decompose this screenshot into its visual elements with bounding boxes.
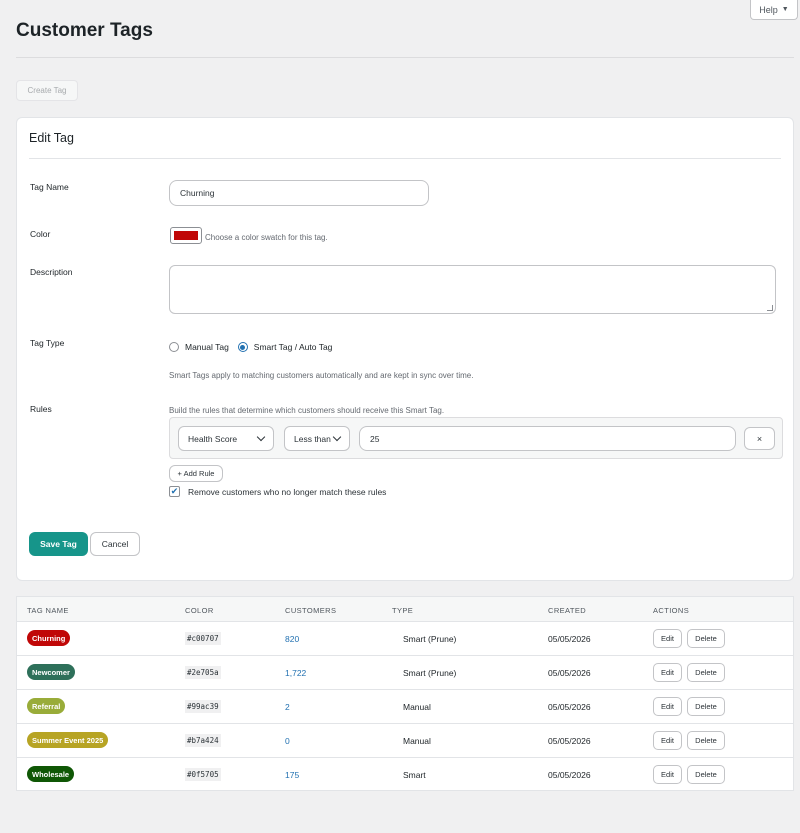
prune-option: ✔ Remove customers who no longer match t… (169, 486, 386, 497)
created-date: 05/05/2026 (548, 634, 591, 644)
table-row: Wholesale #0f5705 175 Smart 05/05/2026 E… (17, 758, 793, 792)
color-code: #0f5705 (185, 768, 221, 781)
save-tag-button[interactable]: Save Tag (29, 532, 88, 556)
tag-type: Smart (Prune) (403, 668, 457, 678)
rule-operator-select[interactable]: Less than (284, 426, 350, 451)
rules-hint: Build the rules that determine which cus… (169, 406, 445, 415)
color-code: #99ac39 (185, 700, 221, 713)
chevron-down-icon (256, 432, 266, 441)
tag-type: Manual (403, 736, 431, 746)
color-swatch-picker[interactable] (170, 227, 202, 244)
header-type: TYPE (392, 606, 414, 615)
created-date: 05/05/2026 (548, 668, 591, 678)
header-tag-name: TAG NAME (27, 606, 69, 615)
color-code: #c00707 (185, 632, 221, 645)
edit-button[interactable]: Edit (653, 663, 682, 682)
page-title: Customer Tags (16, 20, 153, 41)
table-row: Churning #c00707 820 Smart (Prune) 05/05… (17, 622, 793, 656)
smart-tag-radio[interactable] (237, 342, 248, 352)
table-row: Summer Event 2025 #b7a424 0 Manual 05/05… (17, 724, 793, 758)
rule-field-value: Health Score (188, 433, 238, 444)
prune-checkbox[interactable]: ✔ (169, 486, 180, 497)
delete-button[interactable]: Delete (687, 629, 725, 648)
tag-pill[interactable]: Churning (27, 630, 71, 646)
manual-tag-label: Manual Tag (185, 342, 229, 352)
color-code: #2e705a (185, 666, 221, 679)
tag-name-input[interactable]: Churning (169, 180, 429, 206)
rule-value-input[interactable]: 25 (359, 426, 736, 451)
chevron-down-icon (332, 432, 342, 441)
delete-button[interactable]: Delete (687, 765, 725, 784)
edit-button[interactable]: Edit (653, 765, 682, 784)
color-hint: Choose a color swatch for this tag. (205, 233, 328, 242)
rules-label: Rules (30, 404, 52, 414)
tag-type: Manual (403, 702, 431, 712)
header-color: COLOR (185, 606, 214, 615)
edit-button[interactable]: Edit (653, 629, 682, 648)
tag-type: Smart (403, 770, 426, 780)
description-label: Description (30, 267, 73, 277)
customer-count-link[interactable]: 820 (285, 634, 299, 644)
card-title: Edit Tag (29, 131, 74, 145)
customer-count-link[interactable]: 2 (285, 702, 290, 712)
edit-button[interactable]: Edit (653, 697, 682, 716)
edit-button[interactable]: Edit (653, 731, 682, 750)
header-customers: CUSTOMERS (285, 606, 337, 615)
edit-tag-card: Edit Tag Tag Name Churning Color Choose … (16, 117, 794, 581)
tag-type-radio-group: Manual Tag Smart Tag / Auto Tag (169, 342, 332, 352)
tag-type-hint: Smart Tags apply to matching customers a… (169, 371, 474, 380)
divider (29, 158, 781, 159)
divider (16, 57, 794, 58)
tags-table: TAG NAME COLOR CUSTOMERS TYPE CREATED AC… (16, 596, 794, 791)
delete-button[interactable]: Delete (687, 663, 725, 682)
rule-field-select[interactable]: Health Score (178, 426, 274, 451)
prune-label: Remove customers who no longer match the… (188, 486, 387, 497)
tag-type-label: Tag Type (30, 338, 65, 348)
rule-operator-value: Less than (294, 433, 331, 444)
tag-pill[interactable]: Wholesale (27, 766, 75, 782)
delete-button[interactable]: Delete (687, 731, 725, 750)
table-row: Newcomer #2e705a 1,722 Smart (Prune) 05/… (17, 656, 793, 690)
tag-pill[interactable]: Referral (27, 698, 66, 714)
color-code: #b7a424 (185, 734, 221, 747)
help-label: Help (759, 4, 778, 15)
checkmark-icon: ✔ (170, 486, 179, 496)
help-tab[interactable]: Help ▼ (750, 0, 798, 20)
description-textarea[interactable] (169, 265, 776, 314)
created-date: 05/05/2026 (548, 736, 591, 746)
add-rule-button[interactable]: + Add Rule (169, 465, 223, 482)
remove-rule-button[interactable]: × (744, 427, 775, 450)
customer-count-link[interactable]: 1,722 (285, 668, 306, 678)
customer-count-link[interactable]: 175 (285, 770, 299, 780)
created-date: 05/05/2026 (548, 702, 591, 712)
tag-name-label: Tag Name (30, 182, 69, 192)
color-label: Color (30, 229, 51, 239)
delete-button[interactable]: Delete (687, 697, 725, 716)
table-header: TAG NAME COLOR CUSTOMERS TYPE CREATED AC… (17, 597, 793, 622)
header-actions: ACTIONS (653, 606, 690, 615)
tag-pill[interactable]: Newcomer (27, 664, 75, 680)
cancel-button[interactable]: Cancel (90, 532, 140, 556)
caret-down-icon: ▼ (781, 6, 789, 13)
create-tag-button[interactable]: Create Tag (16, 80, 78, 101)
customer-count-link[interactable]: 0 (285, 736, 290, 746)
table-row: Referral #99ac39 2 Manual 05/05/2026 Edi… (17, 690, 793, 724)
rule-row: Health Score Less than 25 × (169, 417, 783, 459)
smart-tag-label: Smart Tag / Auto Tag (253, 342, 333, 352)
tag-pill[interactable]: Summer Event 2025 (27, 732, 109, 748)
created-date: 05/05/2026 (548, 770, 591, 780)
resize-handle-icon[interactable] (767, 305, 773, 311)
tag-type: Smart (Prune) (403, 634, 457, 644)
color-swatch (174, 231, 198, 240)
header-created: CREATED (548, 606, 587, 615)
manual-tag-radio[interactable] (169, 342, 179, 352)
